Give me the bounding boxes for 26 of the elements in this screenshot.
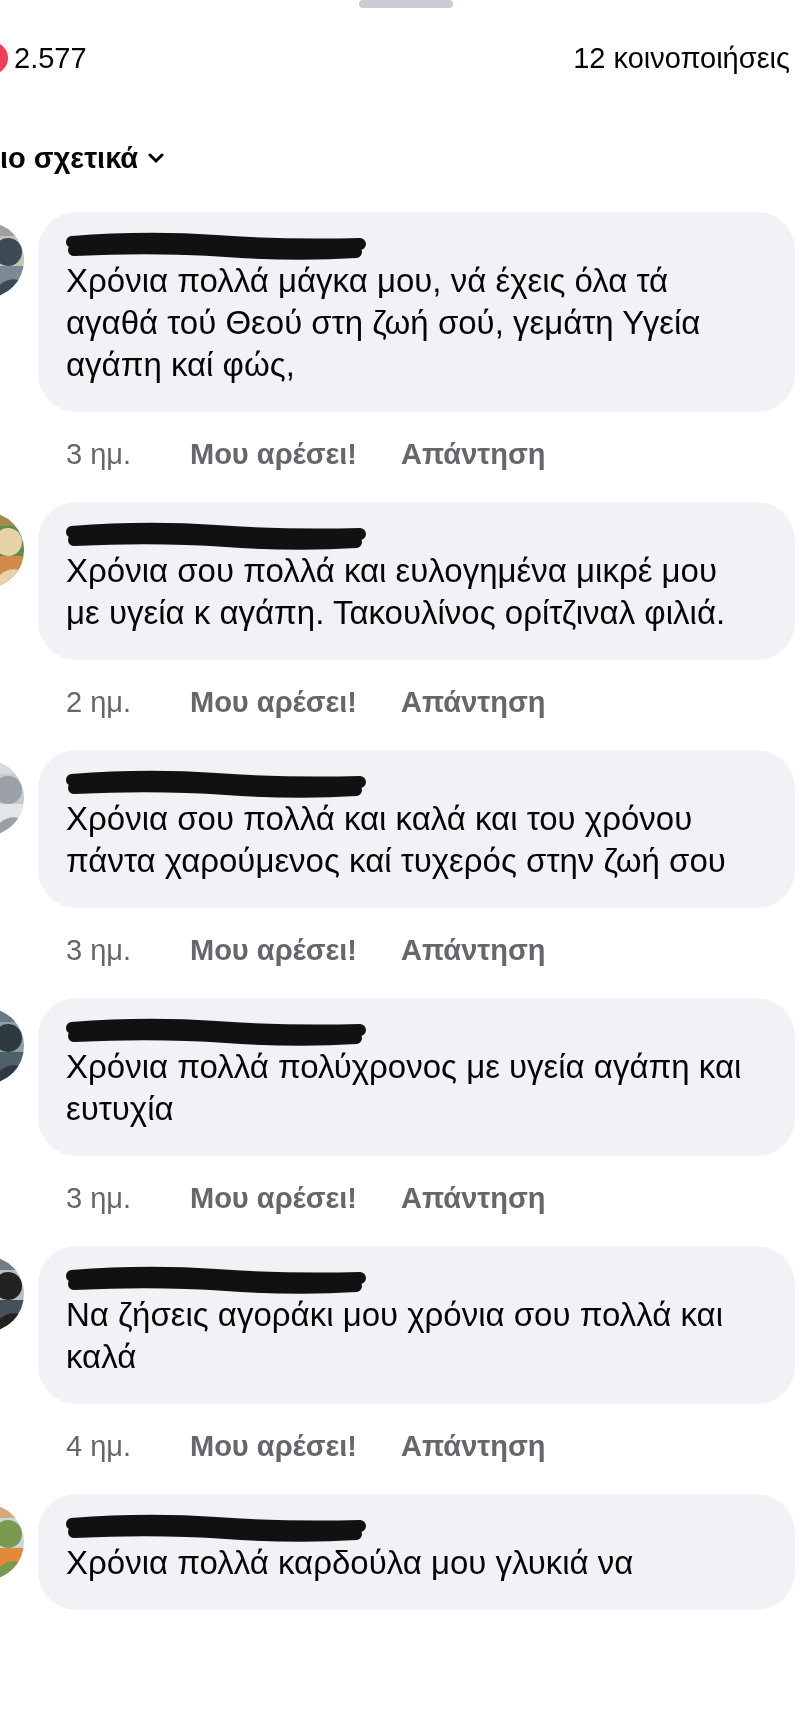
reply-link[interactable]: Απάντηση <box>401 1429 546 1463</box>
like-link[interactable]: Μου αρέσει! <box>190 685 357 719</box>
comment-text: Χρόνια σου πολλά και ευλογημένα μικρέ μου με υγεία κ αγάπη. Τακουλίνος ορίτζιναλ φιλιά. <box>66 551 727 633</box>
like-link[interactable]: Μου αρέσει! <box>190 437 357 471</box>
like-link[interactable]: Μου αρέσει! <box>190 1429 357 1463</box>
comment-time: 2 ημ. <box>66 685 133 719</box>
shares-count[interactable]: 12 κοινοποιήσεις <box>573 41 790 75</box>
comment-text: Χρόνια σου πολλά και καλά και του χρόνου πάντα χαρούμενος καί τυχερός στην ζωή σου <box>66 799 727 881</box>
reply-link[interactable]: Απάντηση <box>401 933 546 967</box>
drag-handle[interactable] <box>359 0 453 8</box>
like-link[interactable]: Μου αρέσει! <box>190 1181 357 1215</box>
chevron-down-icon <box>148 152 165 164</box>
comment-time: 3 ημ. <box>66 1181 133 1215</box>
sort-filter[interactable]: ιο σχετικά <box>0 138 812 178</box>
comment-text: Να ζήσεις αγοράκι μου χρόνια σου πολλά και καλά <box>66 1295 724 1377</box>
like-link[interactable]: Μου αρέσει! <box>190 933 357 967</box>
reply-link[interactable]: Απάντηση <box>401 1181 546 1215</box>
comment-time: 3 ημ. <box>66 933 133 967</box>
comment-time: 4 ημ. <box>66 1429 133 1463</box>
reply-link[interactable]: Απάντηση <box>401 685 546 719</box>
comment-text: Χρόνια πολλά μάγκα μου, νά έχεις όλα τά αγαθά τού Θεού στη ζωή σού, γεμάτη Υγεία αγάπη καί φώς, <box>66 261 702 385</box>
comment-time: 3 ημ. <box>66 437 133 471</box>
reply-link[interactable]: Απάντηση <box>401 437 546 471</box>
comment-text: Χρόνια πολλά πολύχρονος με υγεία αγάπη και ευτυχία <box>66 1047 743 1129</box>
reactions-count[interactable]: 2.577 <box>14 41 87 75</box>
comment-text: Χρόνια πολλά καρδούλα μου γλυκιά να <box>66 1543 635 1583</box>
